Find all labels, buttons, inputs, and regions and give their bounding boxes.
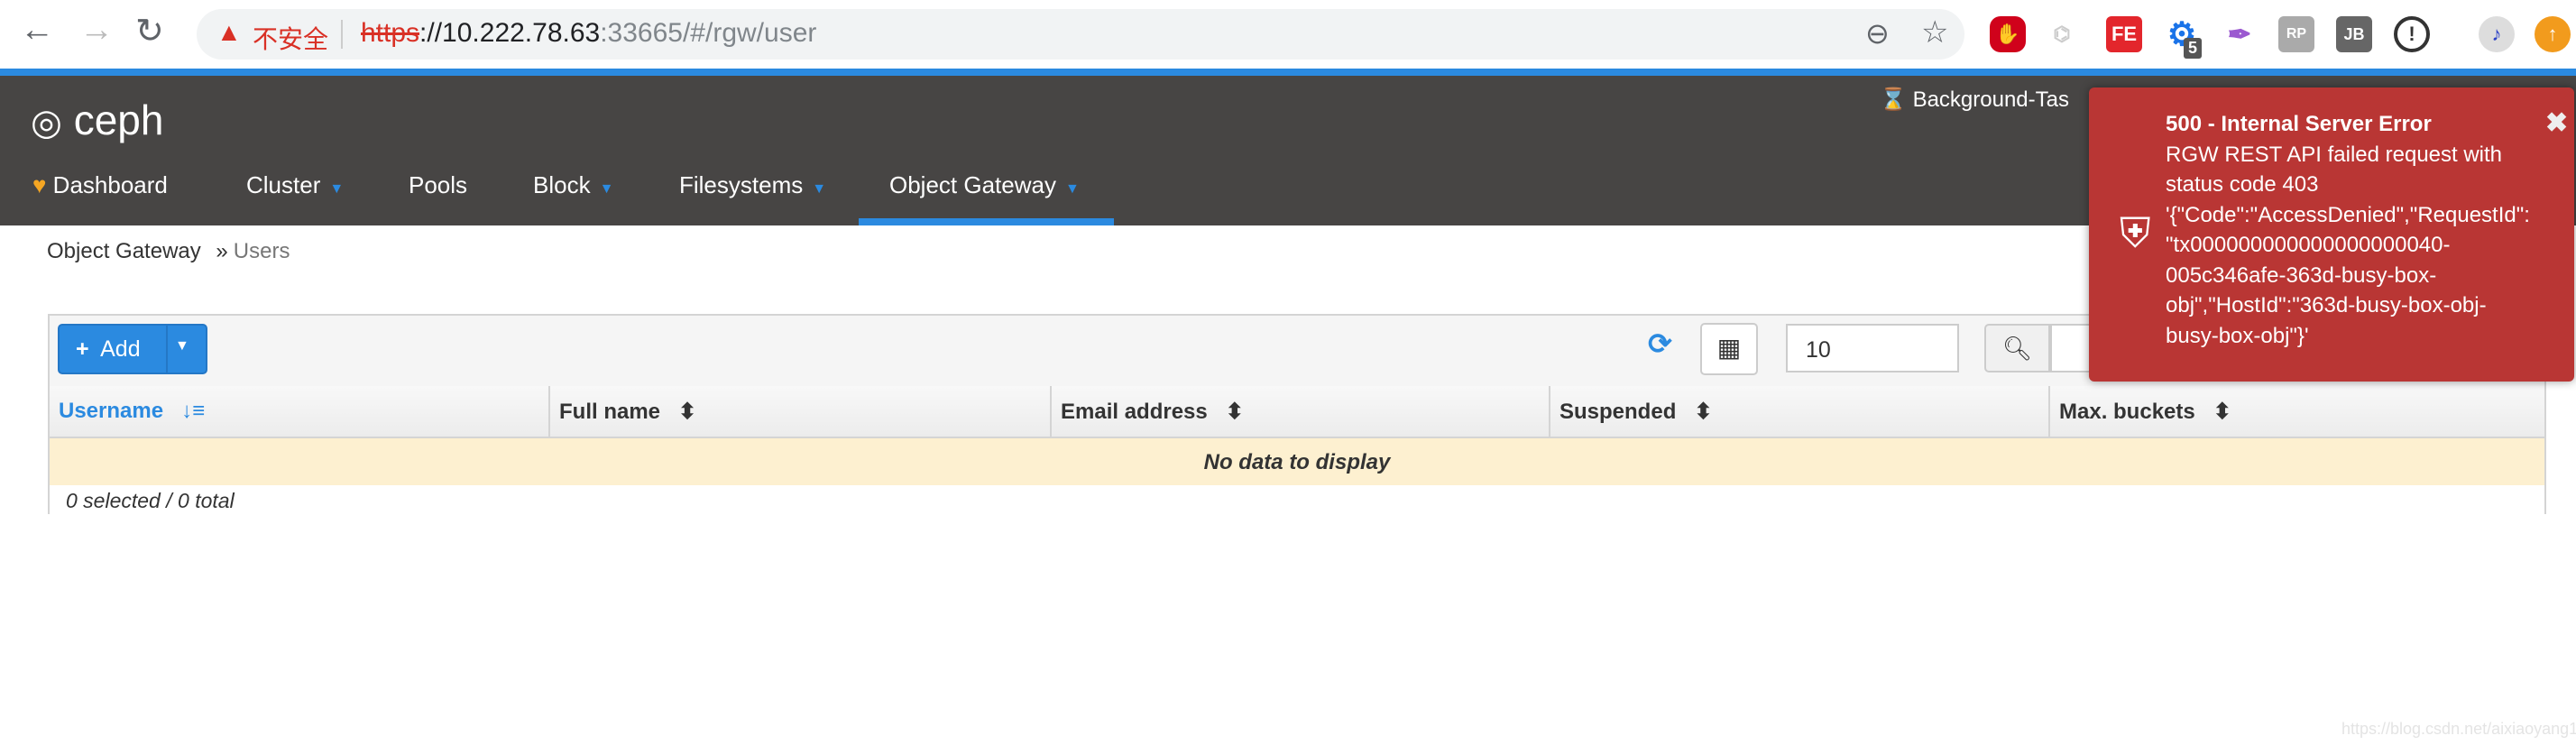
browser-toolbar: ← → ↻ ▲ 不安全 https://10.222.78.63:33665/#… xyxy=(0,0,2576,69)
column-label: Email address xyxy=(1061,400,1208,424)
column-header-suspended[interactable]: Suspended ⬍ xyxy=(1550,386,2050,437)
column-header-max-buckets[interactable]: Max. buckets ⬍ xyxy=(2050,386,2544,437)
url-host: ://10.222.78.63 xyxy=(419,18,601,48)
sort-icon: ⬍ xyxy=(1225,400,1244,424)
nav-label: Object Gateway xyxy=(889,171,1056,198)
nav-label: Dashboard xyxy=(52,171,168,198)
caret-down-icon: ▼ xyxy=(599,181,614,197)
table-grid-icon: ▦ xyxy=(1716,334,1742,362)
nav-dashboard[interactable]: ♥ Dashboard xyxy=(32,171,168,199)
url-scheme: https xyxy=(361,18,420,48)
nav-pools[interactable]: Pools xyxy=(409,171,467,199)
search-button[interactable]: 🔍︎ xyxy=(1984,324,2050,372)
error-toast: ⛨ ✖ 500 - Internal Server Error RGW REST… xyxy=(2089,87,2574,382)
toast-body: 500 - Internal Server Error RGW REST API… xyxy=(2166,109,2530,351)
forward-icon[interactable]: → xyxy=(79,11,114,50)
table-footer: 0 selected / 0 total xyxy=(50,485,2544,514)
warning-icon: ▲ xyxy=(216,18,242,46)
column-label: Max. buckets xyxy=(2059,400,2195,424)
sort-icon: ⬍ xyxy=(1694,400,1713,424)
shield-alert-icon: ⛨ xyxy=(2120,209,2151,256)
add-button-group: + Add ▼ xyxy=(58,324,207,374)
nav-object-gateway[interactable]: Object Gateway ▼ xyxy=(889,171,1080,199)
fe-icon[interactable]: FE xyxy=(2106,16,2142,52)
adblock-icon[interactable]: ✋ xyxy=(1990,16,2026,52)
music-icon[interactable]: ♪ xyxy=(2479,16,2515,52)
url-path: :33665/#/rgw/user xyxy=(600,18,817,48)
rp-icon[interactable]: RP xyxy=(2278,16,2314,52)
toast-title: 500 - Internal Server Error xyxy=(2166,112,2432,136)
column-label: Suspended xyxy=(1559,400,1677,424)
column-header-full-name[interactable]: Full name ⬍ xyxy=(550,386,1052,437)
watermark: https://blog.csdn.net/aixiaoyang168 xyxy=(2341,720,2576,738)
reload-icon[interactable]: ↻ xyxy=(135,11,164,51)
upload-icon[interactable]: ↑ xyxy=(2535,16,2571,52)
column-label: Username xyxy=(59,399,164,423)
nav-label: Block xyxy=(533,171,591,198)
background-tasks-label: Background-Tas xyxy=(1912,87,2069,112)
toast-line: '{"Code":"AccessDenied","RequestId": xyxy=(2166,202,2530,227)
toast-line: RGW REST API failed request with xyxy=(2166,142,2503,167)
nav-label: Filesystems xyxy=(679,171,804,198)
bookmark-star-icon[interactable]: ☆ xyxy=(1921,14,1948,51)
zoom-out-icon[interactable]: ⊖ xyxy=(1865,16,1890,51)
breadcrumb-parent[interactable]: Object Gateway xyxy=(47,239,201,263)
back-icon[interactable]: ← xyxy=(20,11,54,50)
sitemap-icon[interactable]: ⌬ xyxy=(2044,16,2080,52)
column-header-username[interactable]: Username ↓≡ xyxy=(50,386,550,437)
breadcrumb-separator: » xyxy=(216,239,228,263)
add-label: Add xyxy=(100,336,141,362)
column-label: Full name xyxy=(559,400,661,424)
toast-line: "tx000000000000000000040- xyxy=(2166,233,2451,257)
nav-filesystems[interactable]: Filesystems ▼ xyxy=(679,171,826,199)
gear-badge-icon[interactable]: ⚙ 5 xyxy=(2164,15,2203,59)
toast-line: busy-box-obj"}' xyxy=(2166,323,2309,348)
feather-icon[interactable]: ✒ xyxy=(2222,16,2258,52)
sort-icon: ⬍ xyxy=(678,400,697,424)
refresh-icon[interactable]: ⟳ xyxy=(1648,327,1672,361)
add-dropdown-toggle[interactable]: ▼ xyxy=(175,338,189,354)
add-button[interactable]: + Add xyxy=(60,326,168,372)
jetbrains-icon[interactable]: JB xyxy=(2336,16,2372,52)
toast-line: obj","HostId":"363d-busy-box-obj- xyxy=(2166,293,2487,317)
caret-down-icon: ▼ xyxy=(329,181,345,197)
onepassword-icon[interactable]: ! xyxy=(2394,16,2430,52)
toast-line: status code 403 xyxy=(2166,172,2319,197)
ceph-logo[interactable]: ◎ ceph xyxy=(31,96,163,144)
logo-text: ceph xyxy=(73,97,164,143)
caret-down-icon: ▼ xyxy=(1064,181,1080,197)
empty-row: No data to display xyxy=(50,437,2544,485)
address-bar[interactable]: ▲ 不安全 https://10.222.78.63:33665/#/rgw/u… xyxy=(197,9,1964,60)
not-secure-label: 不安全 xyxy=(253,25,329,53)
nav-cluster[interactable]: Cluster ▼ xyxy=(246,171,344,199)
nav-label: Pools xyxy=(409,171,468,198)
hourglass-icon: ⌛ xyxy=(1880,87,1907,112)
plus-icon: + xyxy=(76,336,89,362)
active-nav-indicator xyxy=(859,218,1114,225)
sort-ascending-icon: ↓≡ xyxy=(181,399,206,423)
column-header-email[interactable]: Email address ⬍ xyxy=(1052,386,1550,437)
nav-block[interactable]: Block ▼ xyxy=(533,171,613,199)
caret-down-icon: ▼ xyxy=(812,181,827,197)
sort-icon: ⬍ xyxy=(2213,400,2231,424)
page-size-input[interactable]: 10 xyxy=(1786,324,1959,372)
extension-badge: 5 xyxy=(2184,38,2203,59)
breadcrumb-current: Users xyxy=(233,239,290,263)
background-tasks[interactable]: ⌛ Background-Tas xyxy=(1880,87,2069,113)
url-text[interactable]: https://10.222.78.63:33665/#/rgw/user xyxy=(361,18,816,49)
nav-label: Cluster xyxy=(246,171,321,198)
top-stripe xyxy=(0,69,2576,76)
close-icon[interactable]: ✖ xyxy=(2545,107,2568,139)
breadcrumb: Object Gateway » Users xyxy=(47,239,290,264)
toast-line: 005c346afe-363d-busy-box- xyxy=(2166,262,2437,288)
ceph-logo-icon: ◎ xyxy=(31,103,62,143)
search-icon: 🔍︎ xyxy=(2001,335,2032,362)
column-toggle-button[interactable]: ▦ xyxy=(1700,323,1758,375)
caret-down-icon: ▼ xyxy=(175,338,189,354)
heartbeat-icon: ♥ xyxy=(32,171,47,198)
